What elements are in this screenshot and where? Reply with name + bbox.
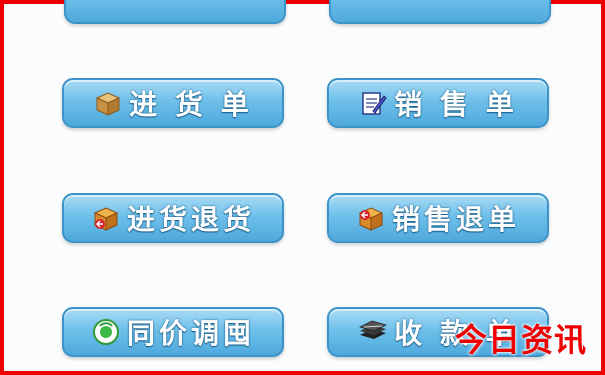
purchase-order-label: 进 货 单 [129,88,253,121]
purchase-return-button[interactable]: 进货退货 [62,193,284,243]
partial-button-top-left[interactable] [64,0,286,24]
screenshot-frame: 进 货 单 销 售 单 进货退货 销售退单 同价调囤 收 款 单 今日资讯 [0,0,605,375]
green-cycle-icon [91,317,121,347]
cardboard-box-icon [93,88,123,118]
price-adjust-label: 同价调囤 [126,317,255,350]
sales-return-button[interactable]: 销售退单 [327,193,549,243]
sales-order-button[interactable]: 销 售 单 [327,78,549,128]
cash-stack-icon [358,317,388,347]
box-return-icon [91,203,121,233]
sales-order-label: 销 售 单 [394,88,518,121]
partial-button-top-right[interactable] [329,0,551,24]
sales-return-label: 销售退单 [391,203,520,236]
purchase-return-label: 进货退货 [126,203,255,236]
notepad-pencil-icon [358,88,388,118]
box-return-icon [356,203,386,233]
price-adjust-button[interactable]: 同价调囤 [62,307,284,357]
purchase-order-button[interactable]: 进 货 单 [62,78,284,128]
watermark-text: 今日资讯 [454,321,587,359]
